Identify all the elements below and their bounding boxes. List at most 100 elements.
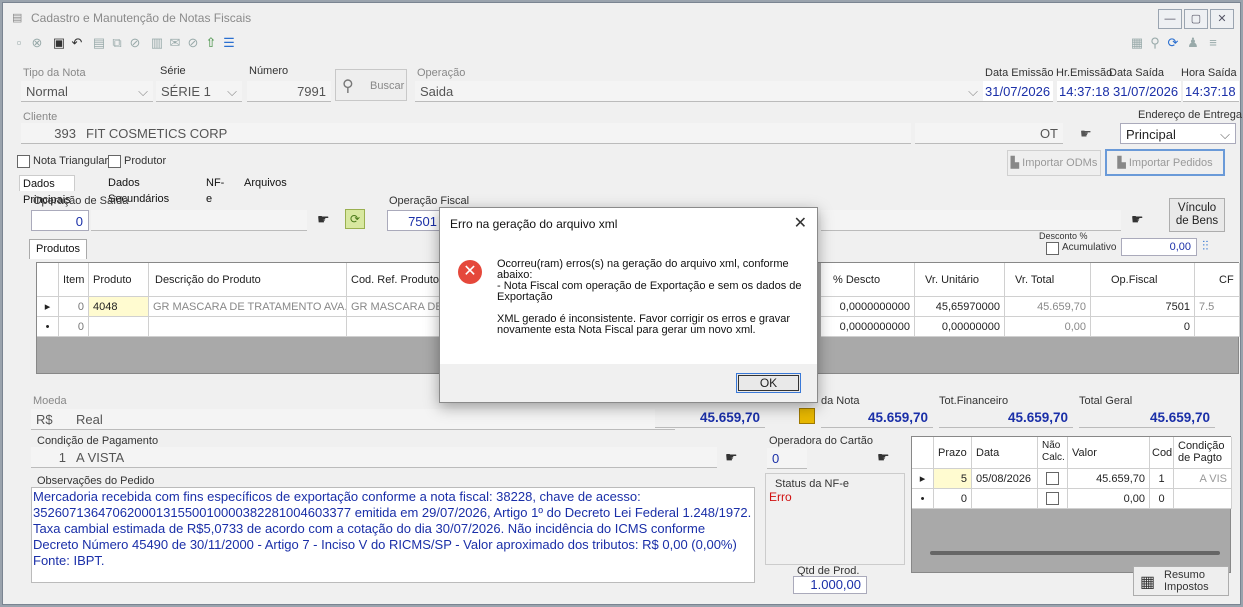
refresh-icon[interactable]: ⟳ — [345, 209, 365, 229]
ok-button[interactable]: OK — [736, 373, 801, 393]
pagamento-code[interactable]: 1 — [31, 447, 71, 468]
col-prazo[interactable]: Prazo — [934, 437, 972, 469]
operacao-select[interactable]: Saida ⌵ — [415, 81, 983, 102]
save-icon[interactable]: ▣ — [51, 35, 67, 51]
endereco-select[interactable]: Principal ⌵ — [1120, 123, 1236, 144]
moeda-name[interactable]: Real — [71, 409, 675, 430]
tab-produtos[interactable]: Produtos — [29, 239, 88, 259]
table-row-valor[interactable]: 45.659,70 — [1068, 469, 1150, 489]
op-saida-code[interactable]: 0 — [31, 210, 89, 231]
minimize-button[interactable]: — — [1158, 9, 1182, 29]
table-row-data[interactable]: 05/08/2026 — [972, 469, 1038, 489]
table-row-prazo[interactable]: 5 — [934, 469, 972, 489]
cancel-icon[interactable]: ⊗ — [29, 35, 45, 51]
menu-icon[interactable]: ≡ — [1205, 35, 1221, 51]
buscar-button[interactable]: ⚲ Buscar — [335, 69, 407, 101]
operadora-code[interactable]: 0 — [767, 448, 807, 469]
cliente-code[interactable]: 393 — [21, 123, 81, 144]
col-data[interactable]: Data — [972, 437, 1038, 469]
table-row-condicao[interactable]: A VIS — [1174, 469, 1232, 489]
data-saida-field[interactable]: 31/07/2026 — [1111, 81, 1181, 102]
hr-emissao-field[interactable]: 14:37:18 — [1057, 81, 1113, 102]
close-icon[interactable]: ✕ — [794, 213, 807, 233]
table-row-opfiscal[interactable]: 7501 — [1091, 297, 1195, 317]
table-row-item[interactable]: 0 — [59, 297, 89, 317]
importar-pedidos-button[interactable]: ▙ Importar Pedidos — [1105, 149, 1225, 176]
horizontal-scrollbar[interactable] — [930, 551, 1220, 555]
close-window-button[interactable]: ✕ — [1210, 9, 1234, 29]
nao-calc-checkbox[interactable] — [1046, 492, 1059, 505]
table-row-nao-calc[interactable] — [1038, 469, 1068, 489]
col-unitario[interactable]: Vr. Unitário — [915, 263, 1005, 297]
mail-icon[interactable]: ✉ — [167, 35, 183, 51]
table-row-descto[interactable]: 0,0000000000 — [821, 317, 915, 337]
col-opfiscal[interactable]: Op.Fiscal — [1091, 263, 1195, 297]
vinculo-bens-button[interactable]: Vínculo de Bens — [1169, 198, 1225, 232]
qtd-field[interactable]: 1.000,00 — [793, 576, 867, 594]
col-nao-calc[interactable]: Não Calc. — [1038, 437, 1068, 469]
table-row-descricao[interactable] — [149, 317, 347, 337]
col-total[interactable]: Vr. Total — [1005, 263, 1091, 297]
tab-arquivos[interactable]: Arquivos — [241, 175, 290, 191]
col-produto[interactable]: Produto — [89, 263, 149, 297]
table-row-prazo[interactable]: 0 — [934, 489, 972, 509]
col-cf[interactable]: CF — [1195, 263, 1240, 297]
moeda-symbol[interactable]: R$ — [31, 409, 71, 430]
new-icon[interactable]: ▫ — [11, 35, 27, 51]
tipo-select[interactable]: Normal ⌵ — [21, 81, 153, 102]
produtor-checkbox[interactable] — [108, 155, 121, 168]
lookup-icon[interactable]: ☛ — [1080, 126, 1092, 142]
table-row-nao-calc[interactable] — [1038, 489, 1068, 509]
table-row-data[interactable] — [972, 489, 1038, 509]
copy-icon[interactable]: ⧉ — [109, 35, 125, 51]
table-row-opfiscal[interactable]: 0 — [1091, 317, 1195, 337]
resumo-impostos-button[interactable]: ▦ Resumo Impostos — [1133, 566, 1229, 596]
col-cod[interactable]: Cod. — [1150, 437, 1174, 469]
table-row-unitario[interactable]: 45,65970000 — [915, 297, 1005, 317]
cliente-name[interactable]: FIT COSMETICS CORP — [81, 123, 911, 144]
attach-icon[interactable]: ⊘ — [127, 35, 143, 51]
search-icon[interactable]: ⚲ — [1147, 35, 1163, 51]
data-emissao-field[interactable]: 31/07/2026 — [983, 81, 1053, 102]
col-item[interactable]: Item — [59, 263, 89, 297]
table-row-condicao[interactable] — [1174, 489, 1232, 509]
op-fiscal-code[interactable]: 7501 — [387, 210, 443, 231]
observacoes-text[interactable]: Mercadoria recebida com fins específicos… — [33, 489, 753, 569]
undo-icon[interactable]: ↶ — [69, 35, 85, 51]
print-icon[interactable]: ▤ — [91, 35, 107, 51]
list-icon[interactable]: ☰ — [221, 35, 237, 51]
table-row-descricao[interactable]: GR MASCARA DE TRATAMENTO AVA... — [149, 297, 347, 317]
table-row-valor[interactable]: 0,00 — [1068, 489, 1150, 509]
table-row-descto[interactable]: 0,0000000000 — [821, 297, 915, 317]
table-row-total[interactable]: 0,00 — [1005, 317, 1091, 337]
table-row-cod[interactable]: 0 — [1150, 489, 1174, 509]
new-row-icon[interactable]: • — [37, 317, 59, 337]
table-row-total[interactable]: 45.659,70 — [1005, 297, 1091, 317]
pagamento-name[interactable]: A VISTA — [71, 447, 717, 468]
table-row-unitario[interactable]: 0,00000000 — [915, 317, 1005, 337]
lookup-icon[interactable]: ☛ — [877, 449, 890, 466]
table-row-cf[interactable]: 7.5 — [1195, 297, 1240, 317]
user-icon[interactable]: ♟ — [1185, 35, 1201, 51]
calculator-icon[interactable]: ▦ — [1129, 35, 1145, 51]
col-valor[interactable]: Valor — [1068, 437, 1150, 469]
lookup-icon[interactable]: ☛ — [725, 449, 738, 466]
row-pointer-icon[interactable]: ▸ — [37, 297, 59, 317]
row-pointer-icon[interactable]: ▸ — [912, 469, 934, 489]
col-descricao[interactable]: Descrição do Produto — [149, 263, 347, 297]
table-row-cf[interactable] — [1195, 317, 1240, 337]
hora-saida-field[interactable]: 14:37:18 — [1183, 81, 1239, 102]
col-condicao[interactable]: Condição de Pagto — [1174, 437, 1232, 469]
block-icon[interactable]: ⊘ — [185, 35, 201, 51]
tab-dados-principais[interactable]: Dados Principais — [19, 175, 75, 206]
new-row-icon[interactable]: • — [912, 489, 934, 509]
table-row-item[interactable]: 0 — [59, 317, 89, 337]
folder-icon[interactable]: ▥ — [149, 35, 165, 51]
col-descto[interactable]: % Descto — [821, 263, 915, 297]
table-row-produto[interactable] — [89, 317, 149, 337]
tab-dados-secundarios[interactable]: Dados Secundários — [105, 175, 172, 205]
numero-field[interactable]: 7991 — [247, 81, 331, 102]
nao-calc-checkbox[interactable] — [1046, 472, 1059, 485]
table-row-cod[interactable]: 1 — [1150, 469, 1174, 489]
lookup-icon[interactable]: ☛ — [317, 211, 330, 228]
